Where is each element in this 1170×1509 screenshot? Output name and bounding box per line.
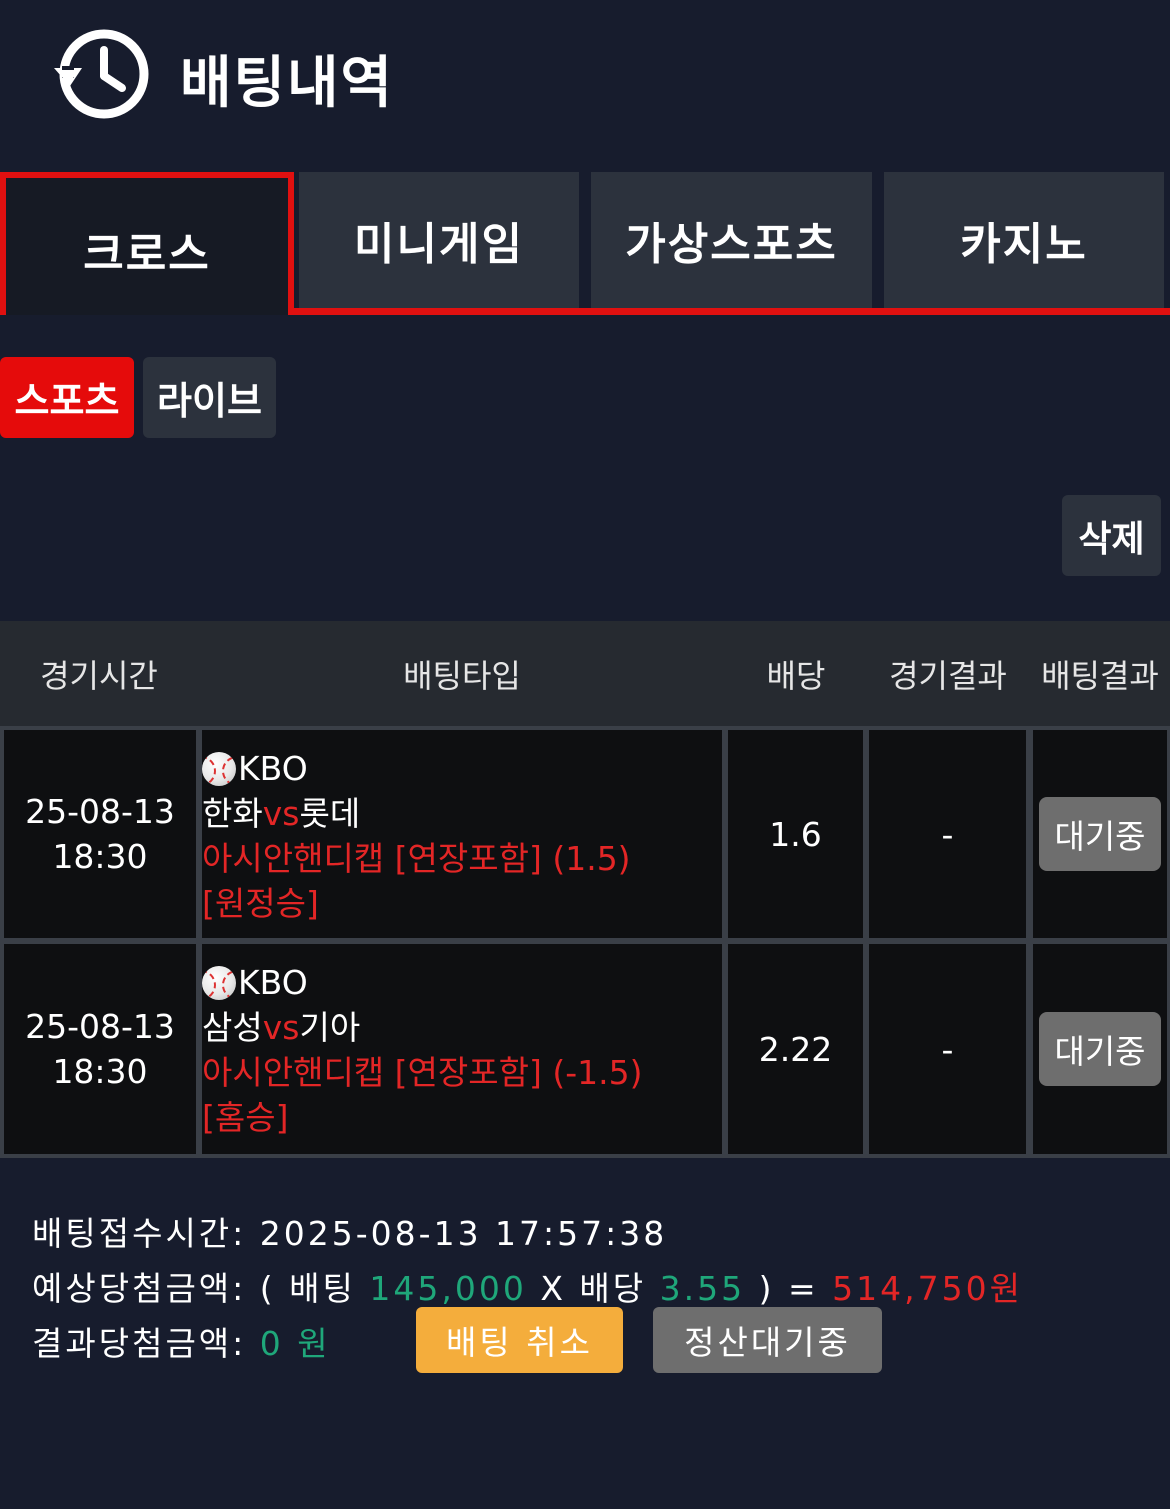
vs-label: vs xyxy=(262,1008,300,1047)
page-title: 배팅내역 xyxy=(180,51,395,116)
away-team: 롯데 xyxy=(299,794,361,833)
tab-casino[interactable]: 카지노 xyxy=(884,172,1164,308)
active-tab-cover xyxy=(6,300,288,315)
baseball-icon xyxy=(202,751,236,786)
received-label: 배팅접수시간: xyxy=(32,1214,247,1253)
odds-cell: 2.22 xyxy=(728,944,863,1154)
bet-type-text: 아시안핸디캡 [연장포함] (-1.5) xyxy=(202,1053,643,1092)
league-name: KBO xyxy=(238,749,308,788)
received-time-value: 2025-08-13 17:57:38 xyxy=(259,1214,668,1253)
subtab-live[interactable]: 라이브 xyxy=(143,357,276,438)
expected-winnings: 예상당첨금액: ( 배팅 145,000 X 배당 3.55 ) = 514,7… xyxy=(32,1262,1023,1310)
vs-label: vs xyxy=(262,794,300,833)
game-time: 18:30 xyxy=(52,837,148,876)
game-date: 25-08-13 xyxy=(25,1007,175,1046)
bet-status-badge: 대기중 xyxy=(1039,1012,1161,1086)
home-team: 삼성 xyxy=(202,1008,263,1047)
bet-amount: 145,000 xyxy=(369,1269,527,1308)
column-header-game-time: 경기시간 xyxy=(40,656,158,695)
tab-minigame[interactable]: 미니게임 xyxy=(299,172,579,308)
bet-result-cell: 대기중 xyxy=(1033,730,1167,938)
bet-received-time: 배팅접수시간: 2025-08-13 17:57:38 xyxy=(32,1207,667,1255)
column-header-bet-type: 배팅타입 xyxy=(403,656,521,695)
odds-cell: 1.6 xyxy=(728,730,863,938)
baseball-icon xyxy=(202,965,236,1000)
bet-type-text: 아시안핸디캡 [연장포함] (1.5) xyxy=(202,839,631,878)
game-time-cell: 25-08-13 18:30 xyxy=(4,944,196,1154)
game-date: 25-08-13 xyxy=(25,792,175,831)
tab-virtual-sports[interactable]: 가상스포츠 xyxy=(591,172,872,308)
cancel-bet-button[interactable]: 배팅 취소 xyxy=(416,1307,623,1373)
league-name: KBO xyxy=(238,963,308,1002)
odds-multiply-label: X 배당 xyxy=(540,1269,647,1308)
settlement-pending-button: 정산대기중 xyxy=(653,1307,882,1373)
result-winnings: 결과당첨금액: 0 원 xyxy=(32,1317,331,1365)
home-team: 한화 xyxy=(202,794,263,833)
expected-label: 예상당첨금액: ( 배팅 xyxy=(32,1269,356,1308)
total-odds: 3.55 xyxy=(659,1269,746,1308)
column-header-odds: 배당 xyxy=(766,656,826,695)
expected-amount: 514,750원 xyxy=(832,1269,1023,1308)
bet-type-cell: KBO 한화vs롯데 아시안핸디캡 [연장포함] (1.5) [원정승] xyxy=(202,730,722,938)
column-header-bet-result: 배팅결과 xyxy=(1041,656,1159,695)
result-amount: 0 원 xyxy=(259,1324,331,1363)
subtab-sports[interactable]: 스포츠 xyxy=(0,357,134,438)
tab-cross[interactable]: 크로스 xyxy=(0,172,294,314)
game-result-cell: - xyxy=(869,944,1026,1154)
bet-result-cell: 대기중 xyxy=(1033,944,1167,1154)
page-header: 배팅내역 xyxy=(0,0,1170,150)
bet-type-cell: KBO 삼성vs기아 아시안핸디캡 [연장포함] (-1.5) [홈승] xyxy=(202,944,722,1154)
match-teams: 한화vs롯데 xyxy=(202,791,360,836)
result-label: 결과당첨금액: xyxy=(32,1324,247,1363)
match-teams: 삼성vs기아 xyxy=(202,1005,360,1050)
table-header: 경기시간 배팅타입 배당 경기결과 배팅결과 xyxy=(0,621,1170,726)
delete-button[interactable]: 삭제 xyxy=(1062,495,1161,576)
game-result-cell: - xyxy=(869,730,1026,938)
equals-label: ) = xyxy=(758,1269,819,1308)
game-time: 18:30 xyxy=(52,1052,148,1091)
bet-table-body: 25-08-13 18:30 KBO 한화vs롯데 아시안핸디캡 [연장포함] … xyxy=(0,726,1170,1158)
bet-pick: [원정승] xyxy=(202,884,319,923)
bet-pick: [홈승] xyxy=(202,1098,289,1137)
column-header-game-result: 경기결과 xyxy=(889,656,1007,695)
league-line: KBO xyxy=(202,960,308,1005)
game-time-cell: 25-08-13 18:30 xyxy=(4,730,196,938)
bet-status-badge: 대기중 xyxy=(1039,797,1161,871)
history-clock-icon xyxy=(54,29,149,119)
away-team: 기아 xyxy=(299,1008,361,1047)
league-line: KBO xyxy=(202,746,308,791)
